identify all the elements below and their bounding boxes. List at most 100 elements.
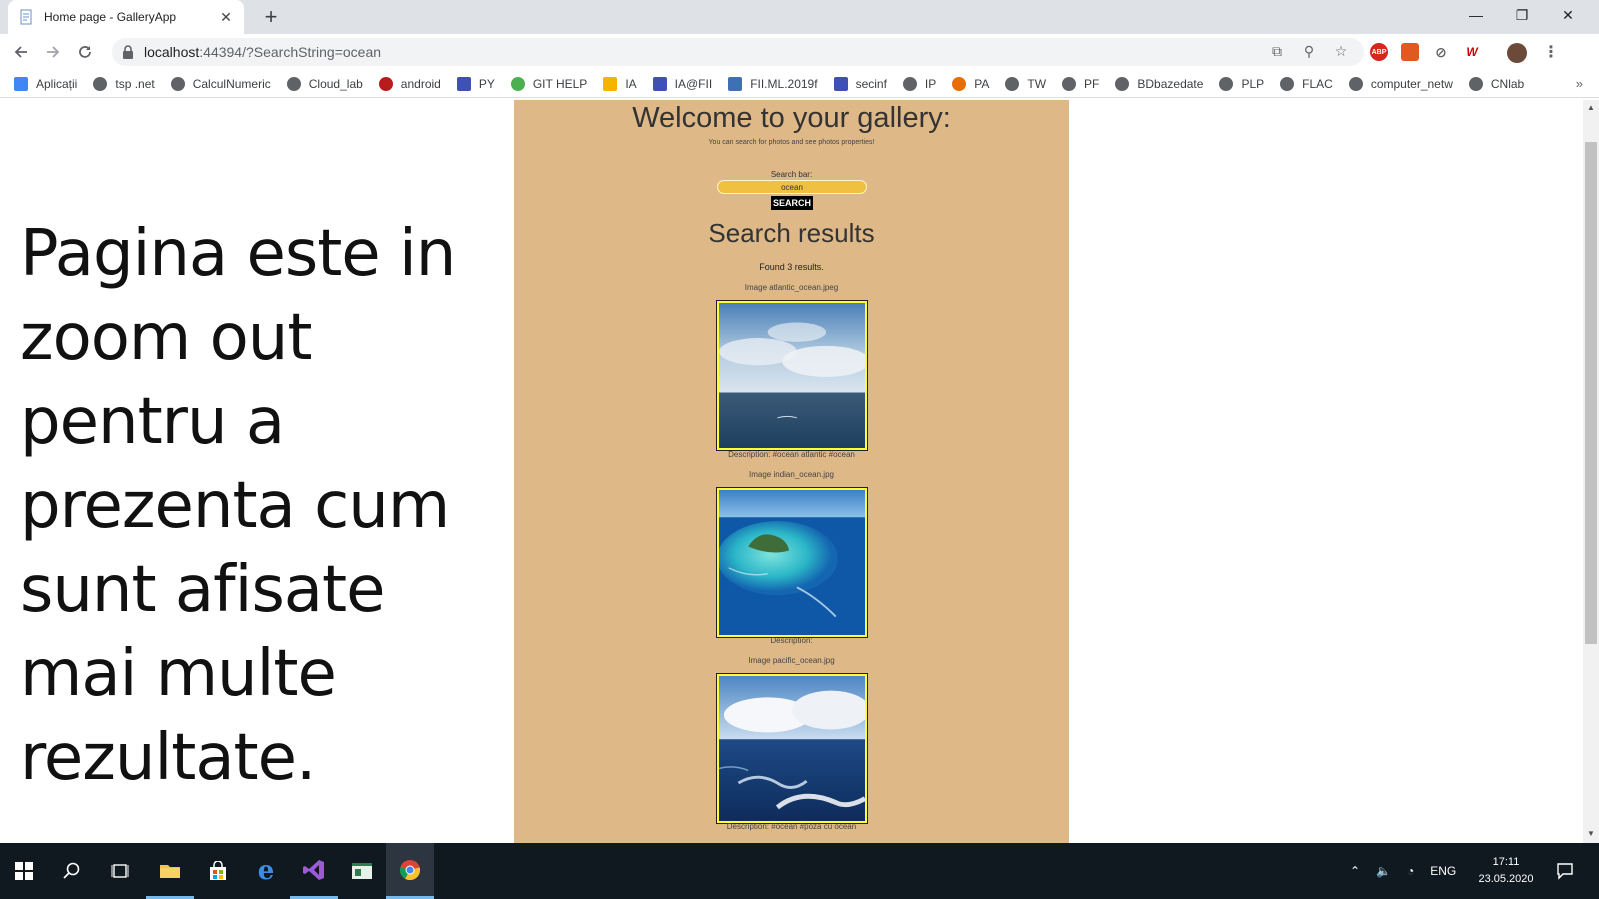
globe-icon xyxy=(1005,76,1020,91)
bookmark-item[interactable]: IA xyxy=(603,76,637,91)
tab-home-page[interactable]: Home page - GalleryApp ✕ xyxy=(8,0,244,34)
bookmark-item[interactable]: PF xyxy=(1062,76,1100,91)
bookmark-item[interactable]: GIT HELP xyxy=(510,76,587,91)
result-image-name: Image atlantic_ocean.jpeg xyxy=(744,283,839,292)
bookmark-item[interactable]: tsp .net xyxy=(93,76,155,91)
globe-icon xyxy=(1348,76,1363,91)
language-indicator[interactable]: ENG xyxy=(1430,864,1456,878)
bookmark-label: computer_netw xyxy=(1370,76,1453,91)
page-scrollbar[interactable]: ▲ ▼ xyxy=(1583,100,1599,843)
bookmark-item[interactable]: PA xyxy=(952,76,990,91)
bookmark-label: Aplicații xyxy=(36,76,78,91)
bookmark-item[interactable]: IA@FII xyxy=(652,76,712,91)
task-view-button[interactable] xyxy=(96,843,144,899)
bookmark-label: FII.ML.2019f xyxy=(750,76,818,91)
terminal-button[interactable] xyxy=(338,843,386,899)
bookmark-label: android xyxy=(400,76,441,91)
bookmark-item[interactable]: IP xyxy=(902,76,936,91)
result-image-atlantic[interactable] xyxy=(716,300,868,451)
visual-studio-button[interactable] xyxy=(290,843,338,899)
minimize-button[interactable]: — xyxy=(1453,0,1499,30)
reload-button[interactable] xyxy=(73,41,97,63)
back-button[interactable] xyxy=(9,41,33,63)
chrome-menu-icon[interactable]: ⋮ xyxy=(1542,43,1560,61)
block-extension-icon[interactable]: ⊘ xyxy=(1432,43,1450,61)
bookmark-label: tsp .net xyxy=(115,76,155,91)
bookmark-item[interactable]: CalculNumeric xyxy=(170,76,271,91)
taskbar-clock[interactable]: 17:11 23.05.2020 xyxy=(1467,843,1545,899)
wf-extension-icon[interactable]: W xyxy=(1463,43,1481,61)
bookmark-item[interactable]: Cloud_lab xyxy=(286,76,363,91)
bookmark-item[interactable]: secinf xyxy=(833,76,887,91)
search-input[interactable] xyxy=(717,180,867,194)
zoom-icon[interactable]: ⚲ xyxy=(1300,43,1318,60)
address-bar[interactable]: localhost:44394/?SearchString=ocean ⧉ ⚲ … xyxy=(112,38,1364,66)
store-button[interactable] xyxy=(194,843,242,899)
globe-icon xyxy=(1280,76,1295,91)
profile-avatar[interactable] xyxy=(1507,43,1527,63)
scroll-down-icon[interactable]: ▼ xyxy=(1586,829,1596,838)
volume-icon[interactable]: 🔈 xyxy=(1376,864,1391,878)
forms-icon xyxy=(652,76,667,91)
reload-icon xyxy=(79,46,91,58)
start-button[interactable] xyxy=(0,843,48,899)
office-extension-icon[interactable] xyxy=(1401,43,1419,61)
bookmark-item[interactable]: CNlab xyxy=(1468,76,1524,91)
bookmark-item[interactable]: computer_netw xyxy=(1348,76,1453,91)
bookmark-item[interactable]: FLAC xyxy=(1280,76,1333,91)
globe-icon xyxy=(170,76,185,91)
globe-icon xyxy=(1062,76,1077,91)
strawberry-icon xyxy=(378,76,393,91)
bookmark-label: FLAC xyxy=(1302,76,1333,91)
search-button[interactable]: SEARCH xyxy=(771,196,813,210)
translate-icon[interactable]: ⧉ xyxy=(1268,43,1286,60)
more-bookmarks-button[interactable]: » xyxy=(1576,76,1583,91)
bookmark-item[interactable]: android xyxy=(378,76,441,91)
restore-button[interactable]: ❐ xyxy=(1499,0,1545,30)
new-tab-button[interactable]: + xyxy=(258,4,284,30)
bookmark-item[interactable]: BDbazedate xyxy=(1115,76,1203,91)
bookmark-label: PA xyxy=(974,76,990,91)
tab-close-icon[interactable]: ✕ xyxy=(218,9,234,26)
indian-ocean-photo xyxy=(719,490,865,635)
windows-taskbar: e ⌃ 🔈 ◔ ENG 17:11 23.05.2020 xyxy=(0,843,1599,899)
bookmark-label: PF xyxy=(1084,76,1100,91)
bookmark-item[interactable]: PY xyxy=(456,76,495,91)
bookmark-label: Cloud_lab xyxy=(308,76,363,91)
java-icon xyxy=(952,76,967,91)
forward-arrow-icon xyxy=(47,46,60,58)
result-description: Description: #ocean #poza cu ocean xyxy=(726,822,857,831)
show-hidden-icons-icon[interactable]: ⌃ xyxy=(1350,864,1360,878)
lock-icon xyxy=(123,45,133,59)
page-viewport: Pagina este in zoom out pentru a prezent… xyxy=(0,100,1583,843)
notifications-button[interactable] xyxy=(1545,843,1585,899)
bookmark-label: TW xyxy=(1027,76,1047,91)
close-window-button[interactable]: ✕ xyxy=(1545,0,1591,30)
bookmark-item[interactable]: PLP xyxy=(1219,76,1264,91)
forward-button[interactable] xyxy=(41,41,65,63)
globe-icon xyxy=(93,76,108,91)
result-image-indian[interactable] xyxy=(716,487,868,638)
atlantic-ocean-photo xyxy=(719,303,865,448)
search-taskbar-button[interactable] xyxy=(48,843,96,899)
gallery-title: Welcome to your gallery: xyxy=(632,102,951,134)
result-description: Description: #ocean atlantic #ocean xyxy=(728,450,855,459)
wifi-icon[interactable]: ◔ xyxy=(1407,864,1414,878)
scrollbar-thumb[interactable] xyxy=(1585,142,1597,644)
bookmark-item[interactable]: FII.ML.2019f xyxy=(728,76,818,91)
file-explorer-button[interactable] xyxy=(146,843,194,899)
windows-logo-icon xyxy=(15,862,33,880)
globe-icon xyxy=(1468,76,1483,91)
tab-title: Home page - GalleryApp xyxy=(44,10,177,24)
result-image-pacific[interactable] xyxy=(716,673,868,824)
bookmark-item[interactable]: Aplicații xyxy=(14,76,78,91)
adblock-extension-icon[interactable]: ABP xyxy=(1370,43,1388,61)
apps-grid-icon xyxy=(14,76,28,91)
bookmark-star-icon[interactable]: ☆ xyxy=(1332,43,1350,60)
scroll-up-icon[interactable]: ▲ xyxy=(1586,103,1596,112)
bookmark-item[interactable]: TW xyxy=(1005,76,1047,91)
edge-browser-icon[interactable]: e xyxy=(242,843,290,899)
chrome-taskbar-button[interactable] xyxy=(386,843,434,899)
search-label: Search bar: xyxy=(770,170,813,179)
address-bar-actions: ⧉ ⚲ ☆ xyxy=(1268,43,1350,60)
